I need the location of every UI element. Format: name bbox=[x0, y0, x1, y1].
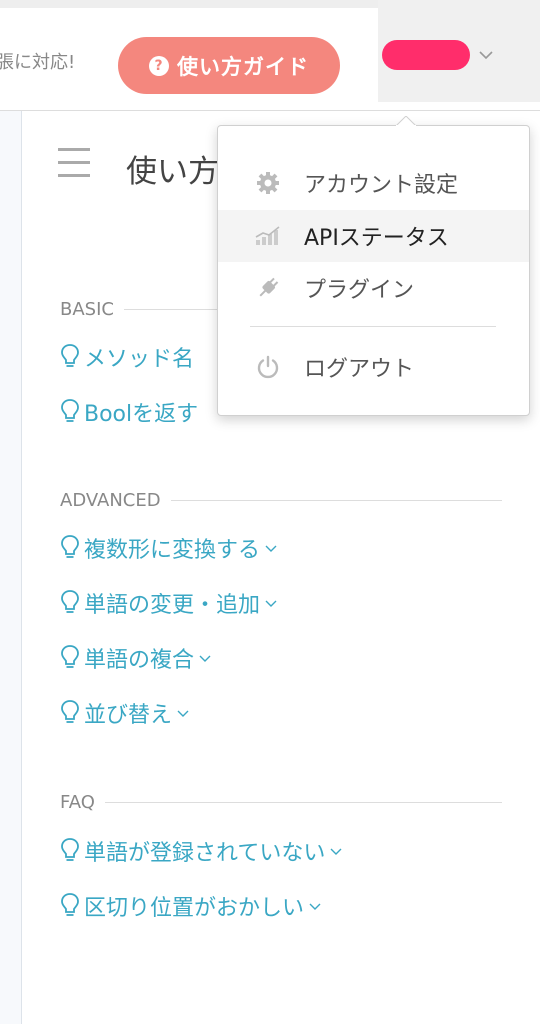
lightbulb-icon bbox=[61, 590, 79, 613]
chevron-down-icon bbox=[199, 655, 211, 662]
lightbulb-icon bbox=[61, 535, 79, 558]
menu-item-label: APIステータス bbox=[304, 226, 449, 251]
lightbulb-icon bbox=[61, 344, 79, 367]
lightbulb-icon bbox=[61, 893, 79, 916]
topic-label: 単語が登録されていない bbox=[84, 841, 326, 866]
user-avatar bbox=[382, 40, 470, 70]
power-icon bbox=[254, 353, 282, 381]
menu-item-label: アカウント設定 bbox=[304, 173, 459, 198]
topic-label: 区切り位置がおかしい bbox=[84, 896, 305, 921]
section-divider bbox=[104, 801, 502, 803]
menu-item-label: プラグイン bbox=[304, 278, 415, 303]
chevron-down-icon bbox=[177, 710, 189, 717]
chevron-down-icon bbox=[309, 903, 321, 910]
topic-label: Boolを返す bbox=[84, 402, 199, 427]
question-circle-icon: ? bbox=[149, 55, 169, 76]
menu-item-api-status[interactable]: APIステータス bbox=[218, 210, 529, 262]
topic-link[interactable]: 単語が登録されていない bbox=[60, 834, 343, 868]
chevron-down-icon bbox=[330, 848, 342, 855]
chevron-down-icon bbox=[265, 545, 277, 552]
menu-item-logout[interactable]: ログアウト bbox=[218, 341, 529, 393]
section-label: FAQ bbox=[60, 791, 95, 813]
usage-guide-button[interactable]: ? 使い方ガイド bbox=[118, 37, 340, 94]
page-title: 使い方 bbox=[126, 154, 219, 190]
lightbulb-icon bbox=[61, 838, 79, 861]
topic-label: メソッド名 bbox=[84, 347, 195, 372]
lightbulb-icon bbox=[61, 399, 79, 422]
menu-divider bbox=[250, 326, 496, 327]
section-label: BASIC bbox=[60, 298, 114, 320]
section-heading-faq: FAQ bbox=[60, 790, 502, 814]
topic-label: 並び替え bbox=[84, 703, 173, 728]
account-menu-toggle[interactable] bbox=[378, 0, 540, 102]
topic-label: 単語の変更・追加 bbox=[84, 593, 261, 618]
signal-bars-icon bbox=[254, 222, 282, 250]
hamburger-menu-icon[interactable] bbox=[58, 148, 90, 184]
lightbulb-icon bbox=[61, 645, 79, 668]
topic-label: 複数形に変換する bbox=[84, 538, 261, 563]
header-tagline: 張に対応! bbox=[0, 52, 76, 73]
chevron-down-icon bbox=[265, 600, 277, 607]
menu-item-label: ログアウト bbox=[304, 357, 415, 382]
section-divider bbox=[170, 499, 502, 501]
plug-icon bbox=[254, 274, 282, 302]
topic-link[interactable]: 区切り位置がおかしい bbox=[60, 889, 322, 923]
topic-link[interactable]: Boolを返す bbox=[60, 395, 198, 429]
sidebar-strip bbox=[0, 111, 22, 1024]
section-heading-advanced: ADVANCED bbox=[60, 488, 502, 512]
topic-label: 単語の複合 bbox=[84, 648, 195, 673]
gear-icon bbox=[254, 169, 282, 197]
menu-pointer bbox=[396, 116, 416, 126]
topic-link[interactable]: 単語の変更・追加 bbox=[60, 586, 278, 620]
topic-link[interactable]: 並び替え bbox=[60, 696, 190, 730]
lightbulb-icon bbox=[61, 700, 79, 723]
topic-link[interactable]: メソッド名 bbox=[60, 340, 194, 374]
menu-item-plugins[interactable]: プラグイン bbox=[218, 262, 529, 314]
chevron-down-icon bbox=[479, 51, 493, 60]
menu-item-account-settings[interactable]: アカウント設定 bbox=[218, 157, 529, 209]
topic-link[interactable]: 単語の複合 bbox=[60, 641, 212, 675]
usage-guide-label: 使い方ガイド bbox=[177, 54, 309, 79]
account-dropdown-menu: アカウント設定 APIステータス プラグイン ログアウト bbox=[217, 116, 530, 416]
section-label: ADVANCED bbox=[60, 489, 161, 511]
topic-link[interactable]: 複数形に変換する bbox=[60, 531, 278, 565]
